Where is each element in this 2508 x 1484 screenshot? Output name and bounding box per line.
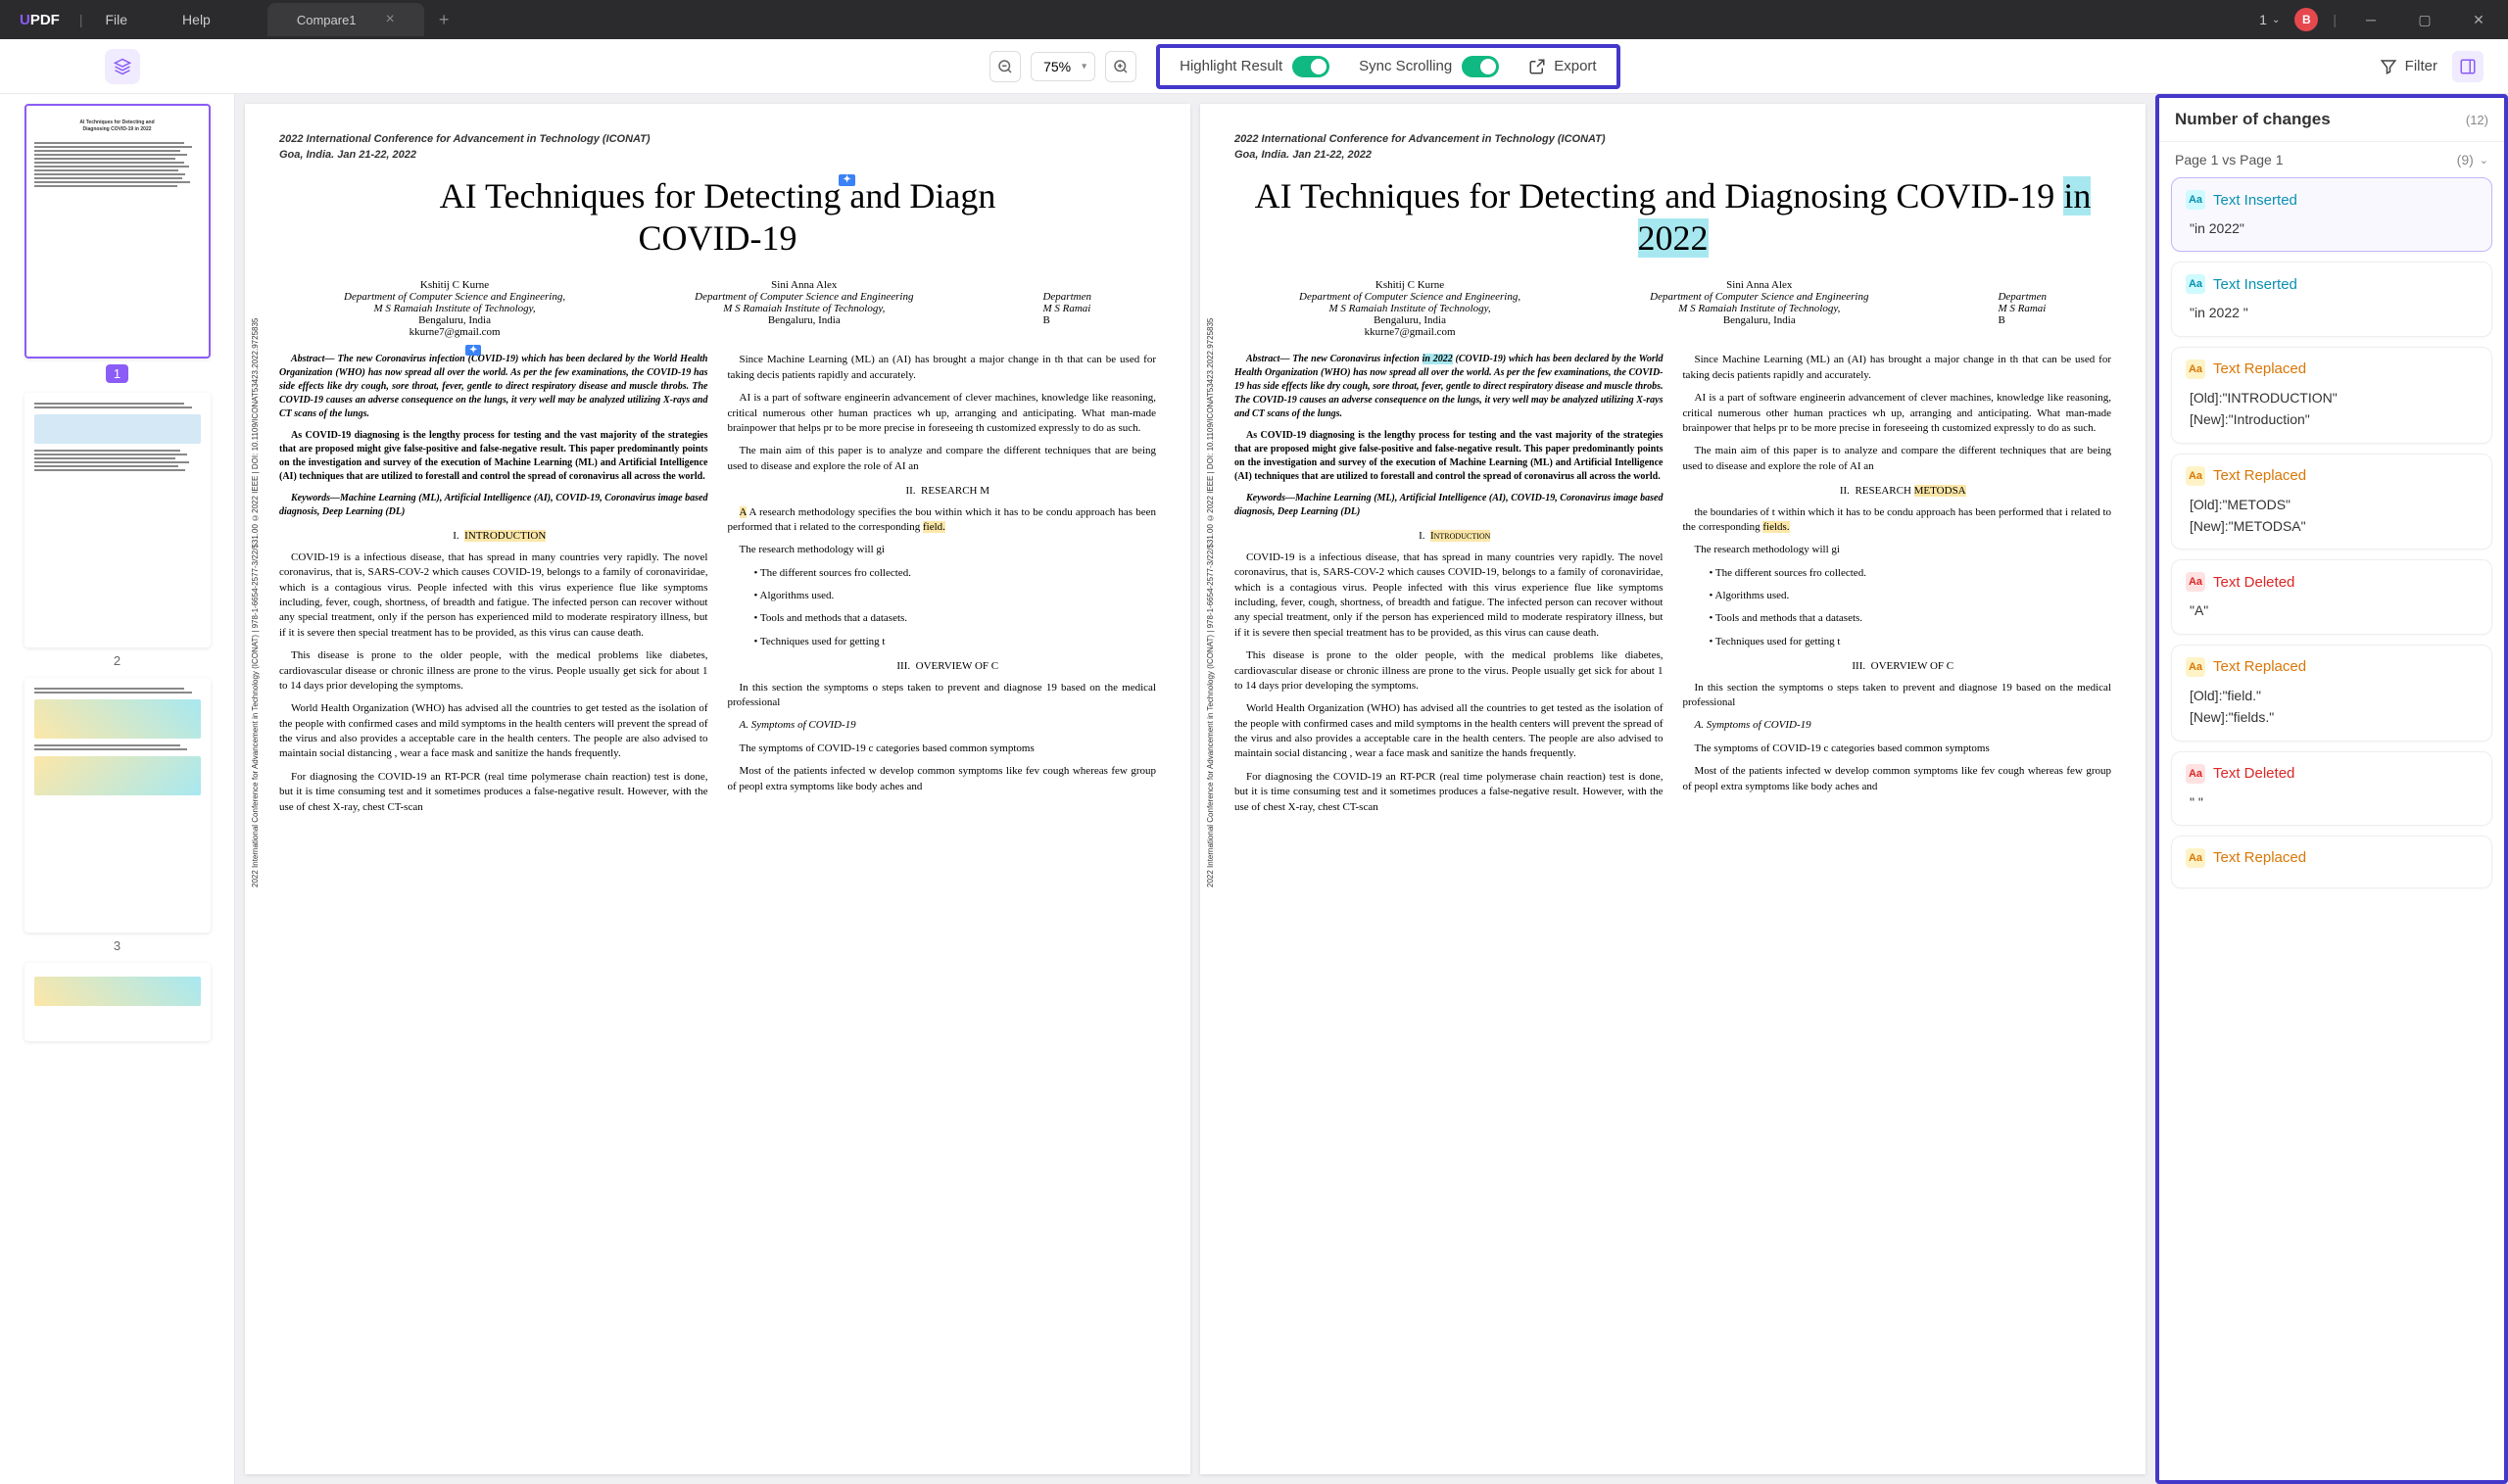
change-item[interactable]: Aa Text Deleted " " — [2171, 751, 2492, 826]
highlight-result-toggle[interactable] — [1292, 56, 1329, 77]
compare-controls-highlight: Highlight Result Sync Scrolling Export — [1156, 44, 1619, 89]
conference-header: 2022 International Conference for Advanc… — [1234, 133, 2111, 145]
avatar[interactable]: B — [2294, 8, 2318, 31]
tab-label: Compare1 — [297, 13, 357, 27]
layers-button[interactable] — [105, 49, 140, 84]
thumbnail-number: 3 — [114, 938, 121, 953]
panel-toggle-button[interactable] — [2452, 51, 2484, 82]
zoom-select[interactable]: 75% ▾ — [1031, 52, 1095, 81]
change-item[interactable]: Aa Text Replaced [Old]:"INTRODUCTION"[Ne… — [2171, 347, 2492, 444]
changes-panel-title: Number of changes — [2175, 110, 2331, 129]
zoom-in-button[interactable] — [1105, 51, 1136, 82]
text-replaced-icon: Aa — [2186, 848, 2205, 868]
text-replaced-icon: Aa — [2186, 466, 2205, 486]
filter-button[interactable]: Filter — [2380, 58, 2437, 75]
change-item[interactable]: Aa Text Deleted "A" — [2171, 559, 2492, 634]
change-item[interactable]: Aa Text Replaced — [2171, 836, 2492, 888]
menu-help[interactable]: Help — [174, 8, 218, 31]
export-button[interactable]: Export — [1528, 58, 1596, 75]
minimize-button[interactable]: ─ — [2351, 0, 2390, 39]
thumbnail-number: 1 — [106, 364, 128, 383]
changes-list[interactable]: Aa Text Inserted "in 2022" Aa Text Inser… — [2159, 177, 2504, 1480]
chevron-down-icon: ⌄ — [2272, 15, 2280, 25]
side-note: 2022 International Conference for Advanc… — [1206, 300, 1215, 887]
tab-compare1[interactable]: Compare1 × — [267, 3, 424, 36]
change-item[interactable]: Aa Text Replaced [Old]:"METODS"[New]:"ME… — [2171, 454, 2492, 551]
maximize-button[interactable]: ▢ — [2405, 0, 2444, 39]
conference-header: 2022 International Conference for Advanc… — [279, 133, 1156, 145]
text-replaced-icon: Aa — [2186, 657, 2205, 677]
paper-title: AI Techniques for Detecting and Diagnosi… — [1234, 175, 2111, 260]
thumbnail-2[interactable]: 2 — [10, 393, 224, 668]
side-note: 2022 International Conference for Advanc… — [251, 300, 260, 887]
thumbnail-4[interactable] — [10, 963, 224, 1041]
page-comparison-header[interactable]: Page 1 vs Page 1 (9) ⌄ — [2159, 142, 2504, 177]
change-item[interactable]: Aa Text Inserted "in 2022" — [2171, 177, 2492, 252]
changes-panel: Number of changes (12) Page 1 vs Page 1 … — [2155, 94, 2508, 1484]
chevron-down-icon: ▾ — [1082, 61, 1086, 72]
location-header: Goa, India. Jan 21-22, 2022 — [279, 149, 1156, 161]
paper-title: AI Techniques for Detecting✦ and DiagnCO… — [279, 175, 1156, 260]
insert-marker-icon: ✦ — [839, 174, 854, 186]
text-replaced-icon: Aa — [2186, 359, 2205, 379]
close-icon[interactable]: × — [386, 11, 395, 28]
compare-area[interactable]: 2022 International Conference for Advanc… — [235, 94, 2155, 1484]
add-tab-button[interactable]: + — [439, 10, 450, 30]
changes-total-count: (12) — [2466, 113, 2488, 127]
highlight-result-label: Highlight Result — [1180, 58, 1282, 74]
menu-file[interactable]: File — [97, 8, 135, 31]
document-left[interactable]: 2022 International Conference for Advanc… — [245, 104, 1190, 1474]
sync-scrolling-toggle[interactable] — [1462, 56, 1499, 77]
thumbnail-3[interactable]: 3 — [10, 678, 224, 953]
tab-bar: Compare1 × + — [267, 3, 450, 36]
app-logo: UPDF — [0, 12, 79, 28]
insert-marker-icon: ✦ — [465, 345, 481, 356]
document-right[interactable]: 2022 International Conference for Advanc… — [1200, 104, 2146, 1474]
thumbnail-sidebar[interactable]: AI Techniques for Detecting andDiagnosin… — [0, 94, 235, 1484]
titlebar: UPDF | File Help Compare1 × + 1 ⌄ B | ─ … — [0, 0, 2508, 39]
divider: | — [79, 12, 83, 27]
change-item[interactable]: Aa Text Inserted "in 2022 " — [2171, 262, 2492, 336]
text-inserted-icon: Aa — [2186, 274, 2205, 294]
zoom-out-button[interactable] — [989, 51, 1021, 82]
thumbnail-number: 2 — [114, 653, 121, 668]
text-inserted-icon: Aa — [2186, 190, 2205, 210]
chevron-down-icon: ⌄ — [2480, 154, 2488, 167]
toolbar: 75% ▾ Highlight Result Sync Scrolling Ex… — [0, 39, 2508, 94]
user-count[interactable]: 1 ⌄ — [2259, 12, 2280, 27]
close-button[interactable]: ✕ — [2459, 0, 2498, 39]
main-menu: File Help — [97, 8, 217, 31]
sync-scrolling-label: Sync Scrolling — [1359, 58, 1452, 74]
change-item[interactable]: Aa Text Replaced [Old]:"field."[New]:"fi… — [2171, 645, 2492, 742]
thumbnail-1[interactable]: AI Techniques for Detecting andDiagnosin… — [10, 104, 224, 383]
text-deleted-icon: Aa — [2186, 572, 2205, 592]
location-header: Goa, India. Jan 21-22, 2022 — [1234, 149, 2111, 161]
text-deleted-icon: Aa — [2186, 764, 2205, 784]
